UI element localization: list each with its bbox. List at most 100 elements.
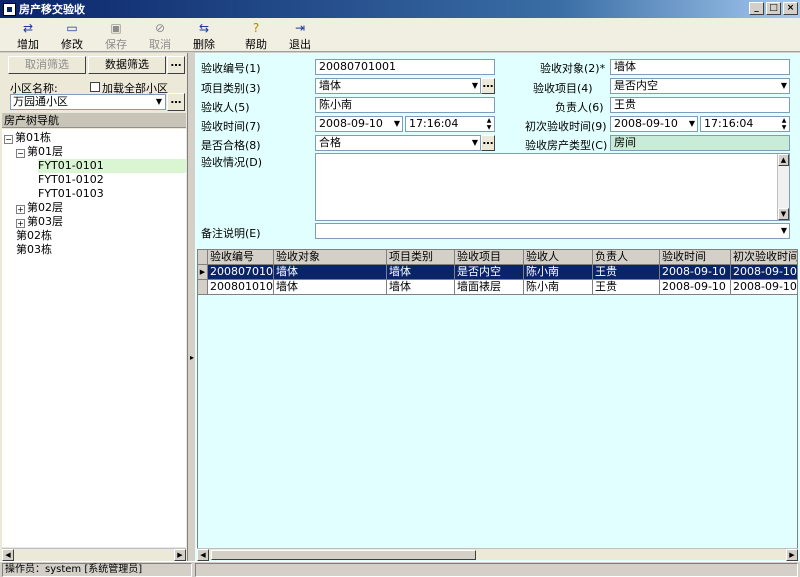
table-header-row: 验收编号 验收对象 项目类别 验收项目 验收人 负责人 验收时间 初次验收时间 — [198, 250, 797, 265]
splitter-grip-icon[interactable]: ▸ — [190, 353, 194, 362]
remark-label: 备注说明(E) — [201, 227, 261, 240]
tree-node[interactable]: + 第03层 — [16, 215, 63, 229]
save-icon: ▣ — [110, 21, 122, 35]
expand-icon[interactable]: + — [16, 205, 25, 214]
column-header[interactable]: 验收对象 — [274, 250, 387, 265]
column-header[interactable]: 验收人 — [524, 250, 593, 265]
collapse-icon[interactable]: − — [16, 149, 25, 158]
table-row[interactable]: ▶ 20080701001 墙体 墙体 是否内空 陈小南 王贵 2008-09-… — [198, 265, 797, 280]
record-no-label: 验收编号(1) — [201, 62, 261, 75]
tree-node[interactable]: − 第01栋 — [4, 131, 51, 145]
edit-icon: ▭ — [66, 21, 78, 35]
minimize-button[interactable]: _ — [749, 2, 764, 15]
category-more-button[interactable]: … — [481, 78, 495, 94]
toolbar: ⇄ 增加 ▭ 修改 ▣ 保存 ⊘ 取消 ⇆ 删除 ? 帮助 ⇥ 退出 — [0, 18, 800, 52]
close-button[interactable]: × — [783, 2, 798, 15]
tree-horizontal-scrollbar[interactable]: ◀ ▶ — [2, 548, 186, 561]
filter-more-button[interactable]: … — [167, 56, 185, 74]
scroll-down-icon[interactable]: ▼ — [778, 208, 789, 220]
spinner-icon[interactable]: ▲ ▼ — [484, 117, 494, 131]
tree-node[interactable]: FYT01-0101 — [38, 159, 186, 173]
app-icon — [3, 2, 16, 16]
target-field[interactable]: 墙体 — [610, 59, 790, 75]
save-button[interactable]: ▣ 保存 — [96, 18, 136, 52]
first-inspect-label: 初次验收时间(9) — [525, 120, 607, 133]
chevron-down-icon: ▼ — [155, 97, 163, 106]
category-label: 项目类别(3) — [201, 82, 261, 95]
tree-node[interactable]: 第03栋 — [16, 243, 52, 257]
scroll-left-icon[interactable]: ◀ — [197, 549, 209, 561]
qualified-label: 是否合格(8) — [201, 139, 261, 152]
exit-icon: ⇥ — [294, 21, 306, 35]
table-horizontal-scrollbar[interactable]: ◀ ▶ — [197, 548, 798, 561]
item-select[interactable]: 是否内空 ▼ — [610, 78, 790, 94]
category-select[interactable]: 墙体 ▼ — [315, 78, 481, 94]
situation-scrollbar[interactable]: ▲ ▼ — [777, 154, 789, 220]
delete-button[interactable]: ⇆ 删除 — [184, 18, 224, 52]
expand-icon[interactable]: + — [16, 219, 25, 228]
column-header[interactable]: 验收时间 — [660, 250, 731, 265]
tree-node[interactable]: FYT01-0102 — [38, 173, 104, 187]
status-bar: 操作员：system [系统管理员] — [0, 561, 800, 577]
property-tree: − 第01栋 − 第01层 FYT01-0101 FYT01-0102 FYT01-… — [2, 129, 186, 547]
scroll-thumb[interactable] — [211, 550, 476, 560]
scroll-left-icon[interactable]: ◀ — [2, 549, 14, 561]
maximize-button[interactable]: □ — [766, 2, 781, 15]
remark-select[interactable]: ▼ — [315, 223, 790, 239]
add-icon: ⇄ — [22, 21, 34, 35]
tree-node[interactable]: FYT01-0103 — [38, 187, 104, 201]
inspect-time-label: 验收时间(7) — [201, 120, 261, 133]
column-header[interactable]: 负责人 — [593, 250, 660, 265]
spinner-icon[interactable]: ▲ ▼ — [779, 117, 789, 131]
window-title: 房产移交验收 — [19, 3, 85, 16]
community-select[interactable]: 万园通小区 ▼ — [10, 94, 166, 110]
scroll-up-icon[interactable]: ▲ — [778, 154, 789, 166]
column-header[interactable]: 项目类别 — [387, 250, 455, 265]
qualified-more-button[interactable]: … — [481, 135, 495, 151]
add-button[interactable]: ⇄ 增加 — [8, 18, 48, 52]
collapse-icon[interactable]: − — [4, 135, 13, 144]
responsible-field[interactable]: 王贵 — [610, 97, 790, 113]
property-type-label: 验收房产类型(C) — [525, 139, 608, 152]
help-icon: ? — [252, 21, 260, 35]
community-more-button[interactable]: … — [167, 93, 185, 111]
tree-header: 房产树导航 — [2, 113, 186, 128]
target-label: 验收对象(2)* — [540, 62, 606, 75]
first-inspect-date-picker[interactable]: 2008-09-10 ▼ — [610, 116, 698, 132]
exit-button[interactable]: ⇥ 退出 — [280, 18, 320, 52]
first-inspect-time-spinner[interactable]: 17:16:04 ▲ ▼ — [700, 116, 790, 132]
left-panel: 取消筛选 数据筛选 … 小区名称: 加载全部小区 万园通小区 ▼ … 房产树导航… — [0, 53, 188, 561]
data-filter-button[interactable]: 数据筛选 — [88, 56, 166, 74]
tree-node[interactable]: + 第02层 — [16, 201, 63, 215]
item-label: 验收项目(4) — [533, 82, 593, 95]
column-header[interactable]: 验收项目 — [455, 250, 524, 265]
column-header[interactable]: 初次验收时间 — [731, 250, 797, 265]
cancel-filter-button[interactable]: 取消筛选 — [8, 56, 86, 74]
qualified-select[interactable]: 合格 ▼ — [315, 135, 481, 151]
title-bar: 房产移交验收 _ □ × — [0, 0, 800, 18]
column-header[interactable]: 验收编号 — [208, 250, 274, 265]
community-select-value: 万园通小区 — [13, 95, 68, 108]
scroll-right-icon[interactable]: ▶ — [786, 549, 798, 561]
cancel-button[interactable]: ⊘ 取消 — [140, 18, 180, 52]
checker-label: 验收人(5) — [201, 101, 250, 114]
situation-textarea[interactable]: ▲ ▼ — [315, 153, 790, 221]
property-type-field: 房间 — [610, 135, 790, 151]
table-row[interactable]: 20080101002 墙体 墙体 墙面裱层 陈小南 王贵 2008-09-10… — [198, 280, 797, 295]
row-indicator-icon: ▶ — [198, 265, 208, 280]
load-all-checkbox[interactable] — [90, 82, 100, 92]
scroll-right-icon[interactable]: ▶ — [174, 549, 186, 561]
checker-field[interactable]: 陈小南 — [315, 97, 495, 113]
detail-panel: 验收编号(1) 20080701001 验收对象(2)* 墙体 项目类别(3) … — [195, 53, 800, 561]
operator-status: 操作员：system [系统管理员] — [2, 563, 192, 577]
chevron-down-icon: ▼ — [780, 226, 788, 235]
tree-node[interactable]: − 第01层 — [16, 145, 63, 159]
record-no-field[interactable]: 20080701001 — [315, 59, 495, 75]
edit-button[interactable]: ▭ 修改 — [52, 18, 92, 52]
help-button[interactable]: ? 帮助 — [236, 18, 276, 52]
responsible-label: 负责人(6) — [555, 101, 604, 114]
records-table: 验收编号 验收对象 项目类别 验收项目 验收人 负责人 验收时间 初次验收时间 … — [197, 249, 798, 549]
inspect-date-picker[interactable]: 2008-09-10 ▼ — [315, 116, 403, 132]
tree-node[interactable]: 第02栋 — [16, 229, 52, 243]
inspect-time-spinner[interactable]: 17:16:04 ▲ ▼ — [405, 116, 495, 132]
